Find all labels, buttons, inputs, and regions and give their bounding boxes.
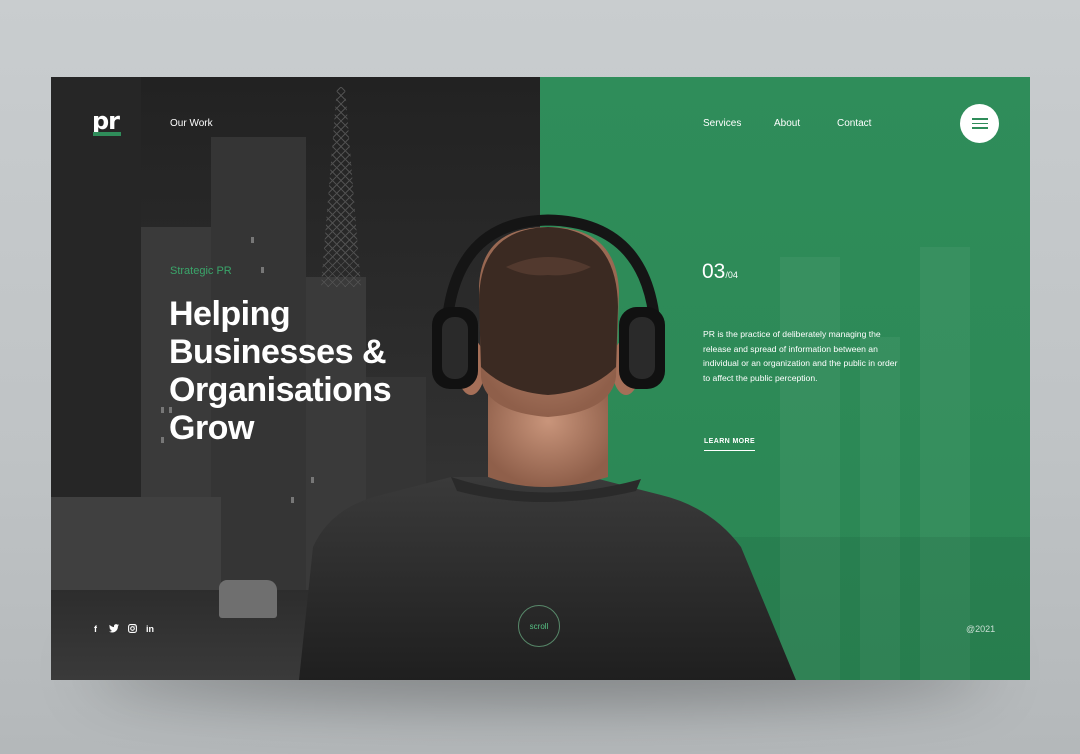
headline-line: Organisations [169, 371, 392, 409]
facebook-icon[interactable]: f [94, 624, 97, 634]
eyebrow-label: Strategic PR [170, 265, 232, 277]
twitter-icon[interactable] [109, 624, 119, 635]
linkedin-icon[interactable]: in [146, 624, 154, 634]
headline-line: Helping [169, 295, 291, 333]
logo[interactable]: pr [92, 109, 120, 133]
logo-underline [93, 132, 121, 136]
slide-current: 03 [702, 260, 726, 283]
headline: Helping Businesses & Organisations Grow [169, 295, 429, 447]
slide-total: /04 [725, 270, 738, 280]
headline-line: Businesses & [169, 333, 387, 371]
copyright: @2021 [966, 624, 996, 634]
website-frame: pr Our Work Services About Contact Strat… [51, 77, 1030, 680]
hamburger-icon [971, 118, 988, 120]
car [219, 580, 277, 618]
learn-more-link[interactable]: LEARN MORE [704, 438, 756, 451]
instagram-icon[interactable] [128, 624, 137, 635]
scroll-label: scroll [529, 621, 549, 631]
slide-counter: 03/04 [702, 260, 738, 284]
description: PR is the practice of deliberately manag… [703, 329, 898, 383]
nav-our-work[interactable]: Our Work [170, 118, 213, 129]
nav-contact[interactable]: Contact [837, 118, 871, 129]
menu-button[interactable] [960, 104, 999, 143]
scroll-button[interactable]: scroll [518, 605, 560, 647]
headline-line: Grow [169, 409, 254, 447]
nav-about[interactable]: About [774, 118, 800, 129]
nav-services[interactable]: Services [703, 118, 741, 129]
